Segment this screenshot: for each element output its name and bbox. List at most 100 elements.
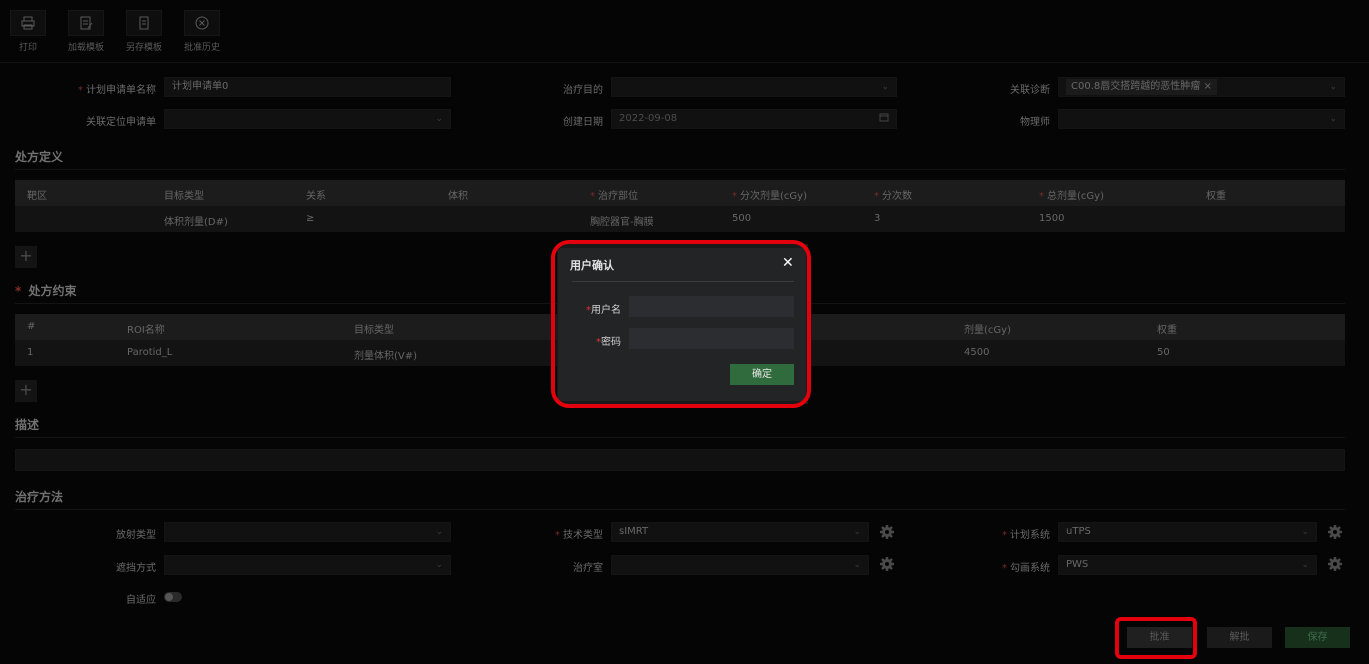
description-input[interactable] (15, 449, 1345, 471)
cell-relation: ≥ (306, 213, 315, 224)
header-roi-name: ROI名称 (127, 325, 165, 336)
related-application-label: 关联定位申请单 (86, 117, 156, 128)
treatment-purpose-select[interactable]: ⌄ (611, 77, 897, 97)
technique-select[interactable]: sIMRT ⌄ (611, 522, 869, 542)
header-target-type: 目标类型 (164, 191, 204, 202)
physicist-select[interactable]: ⌄ (1058, 109, 1345, 129)
cell-fraction-dose: 500 (732, 213, 752, 224)
diagnosis-label: 关联诊断 (1010, 85, 1050, 96)
print-button[interactable]: 打印 (2, 10, 54, 53)
gear-icon[interactable] (877, 554, 897, 574)
chevron-down-icon: ⌄ (853, 527, 861, 537)
chevron-down-icon: ⌄ (1301, 527, 1309, 537)
cell-index: 1 (27, 347, 34, 358)
cell-fraction-count: 3 (874, 213, 881, 224)
prescription-divider (15, 169, 1345, 170)
header-relation: 关系 (306, 191, 326, 202)
planning-system-select[interactable]: uTPS ⌄ (1058, 522, 1317, 542)
constraints-section-title: * 处方约束 (15, 284, 77, 298)
table-row[interactable]: 体积剂量(D#) ≥ 胸腔器官-胸膜 500 3 1500 (15, 206, 1345, 232)
cell-target-type: 体积剂量(D#) (164, 217, 228, 228)
dialog-highlight-box (551, 240, 811, 408)
treatment-divider (15, 509, 1345, 510)
shielding-label: 遮挡方式 (116, 563, 156, 574)
load-template-button[interactable]: 加载模板 (60, 10, 112, 53)
header-total-dose: * 总剂量(cGy) (1039, 191, 1104, 202)
chevron-down-icon: ⌄ (853, 560, 861, 570)
header-constraint-type: 目标类型 (354, 325, 394, 336)
unapprove-button[interactable]: 解批 (1207, 627, 1272, 648)
tag-close-icon[interactable]: × (1203, 81, 1211, 92)
physicist-label: 物理师 (1020, 117, 1050, 128)
cell-constraint-weight: 50 (1157, 347, 1170, 358)
description-section-title: 描述 (15, 418, 40, 432)
save-button[interactable]: 保存 (1285, 627, 1350, 648)
toolbar-divider (0, 62, 1369, 63)
header-fraction-count: * 分次数 (874, 191, 912, 202)
header-treatment-site: * 治疗部位 (590, 191, 638, 202)
save-template-button[interactable]: 另存模板 (118, 10, 170, 53)
calendar-icon (879, 111, 889, 128)
gear-icon[interactable] (877, 522, 897, 542)
cell-constraint-type: 剂量体积(V#) (354, 351, 418, 362)
plus-icon: + (19, 246, 33, 265)
header-constraint-weight: 权重 (1157, 325, 1177, 336)
treatment-purpose-label: 治疗目的 (563, 85, 603, 96)
plan-name-input[interactable]: 计划申请单0 (164, 77, 451, 97)
contour-system-select[interactable]: PWS ⌄ (1058, 555, 1317, 575)
close-circle-icon (184, 10, 220, 36)
adaptive-toggle[interactable] (164, 592, 182, 602)
create-date-label: 创建日期 (563, 117, 603, 128)
plan-name-label: * 计划申请单名称 (78, 85, 156, 96)
printer-icon (10, 10, 46, 36)
treatment-room-label: 治疗室 (573, 563, 603, 574)
header-target: 靶区 (27, 191, 47, 202)
prescription-table-header: 靶区 目标类型 关系 体积 * 治疗部位 * 分次剂量(cGy) * 分次数 * 总剂量… (15, 180, 1345, 206)
toggle-knob (165, 593, 173, 601)
shielding-select[interactable]: ⌄ (164, 555, 451, 575)
adaptive-label: 自适应 (126, 595, 156, 606)
diagnosis-tag: C00.8唇交搭跨越的恶性肿瘤 × (1066, 79, 1217, 95)
save-template-label: 另存模板 (125, 43, 162, 53)
cell-roi-name: Parotid_L (127, 347, 173, 358)
add-prescription-button[interactable]: + (15, 246, 37, 268)
related-application-select[interactable]: ⌄ (164, 109, 451, 129)
technique-label: * 技术类型 (555, 530, 603, 541)
header-weight: 权重 (1206, 191, 1226, 202)
chevron-down-icon: ⌄ (1301, 560, 1309, 570)
document-icon (126, 10, 162, 36)
header-fraction-dose: * 分次剂量(cGy) (732, 191, 807, 202)
prescription-section-title: 处方定义 (15, 150, 64, 164)
header-volume: 体积 (448, 191, 468, 202)
chevron-down-icon: ⌄ (435, 560, 443, 570)
header-dose: 剂量(cGy) (964, 325, 1011, 336)
contour-system-label: * 勾画系统 (1002, 563, 1050, 574)
chevron-down-icon: ⌄ (435, 527, 443, 537)
create-date-input[interactable]: 2022-09-08 (611, 109, 897, 129)
diagnosis-select[interactable]: C00.8唇交搭跨越的恶性肿瘤 × ⌄ (1058, 77, 1345, 97)
edit-document-icon (68, 10, 104, 36)
gear-icon[interactable] (1325, 554, 1345, 574)
treatment-room-select[interactable]: ⌄ (611, 555, 869, 575)
chevron-down-icon: ⌄ (435, 114, 443, 124)
radiation-type-select[interactable]: ⌄ (164, 522, 451, 542)
gear-icon[interactable] (1325, 522, 1345, 542)
cell-treatment-site: 胸腔器官-胸膜 (590, 217, 654, 228)
load-template-label: 加载模板 (67, 43, 104, 53)
header-index: # (27, 321, 36, 332)
chevron-down-icon: ⌄ (1329, 114, 1337, 124)
description-divider (15, 437, 1345, 438)
treatment-section-title: 治疗方法 (15, 490, 64, 504)
plus-icon: + (19, 380, 33, 399)
print-label: 打印 (18, 43, 37, 53)
chevron-down-icon: ⌄ (881, 82, 889, 92)
approval-history-label: 批准历史 (183, 43, 220, 53)
cell-total-dose: 1500 (1039, 213, 1065, 224)
planning-system-label: * 计划系统 (1002, 530, 1050, 541)
cell-dose: 4500 (964, 347, 990, 358)
approval-history-button[interactable]: 批准历史 (176, 10, 228, 53)
chevron-down-icon: ⌄ (1329, 82, 1337, 92)
radiation-type-label: 放射类型 (116, 530, 156, 541)
add-constraint-button[interactable]: + (15, 380, 37, 402)
approve-highlight-box (1115, 617, 1197, 659)
